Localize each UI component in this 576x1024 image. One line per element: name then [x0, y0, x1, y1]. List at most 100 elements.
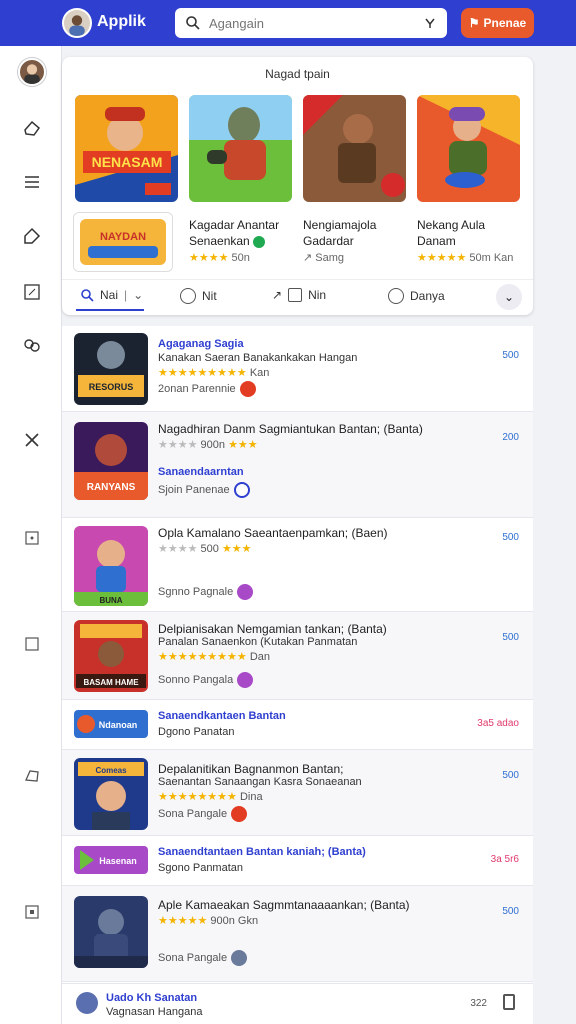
share-icon: ↗: [303, 252, 313, 264]
featured-card-1[interactable]: NENASAM: [75, 95, 178, 202]
app-price: 500: [502, 350, 519, 361]
app-thumbnail: [74, 896, 148, 968]
tab-4[interactable]: Danya: [388, 288, 445, 304]
chevron-down-icon: ⌄: [133, 288, 144, 302]
featured-app-2-name[interactable]: Nengiamajola: [303, 218, 413, 233]
footer-subtitle: Vagnasan Hangana: [106, 1006, 203, 1018]
app-title: Sanaendkantaen Bantan: [158, 710, 286, 722]
footer-avatar: [76, 992, 98, 1014]
tab-search[interactable]: Nai | ⌄: [75, 288, 145, 311]
promo-button[interactable]: ⚑ Pnenae: [461, 8, 534, 38]
app-subtitle: Sanaendaarntan: [158, 466, 244, 478]
tab-3[interactable]: ↗ Nin: [272, 288, 326, 302]
publisher-badge: [237, 584, 254, 600]
list-item[interactable]: RANYANS Nagadhiran Danm Sagmiantukan Ban…: [62, 412, 533, 518]
featured-app-1-sub: Senaenkan: [189, 234, 250, 248]
rating-stars: ★★★★★★★★★: [158, 367, 247, 379]
thumb-label: BUNA: [99, 596, 122, 605]
thumb-label: Comeas: [95, 766, 127, 775]
footer-item[interactable]: Uado Kh Sanatan Vagnasan Hangana 322: [62, 983, 533, 1024]
search-input[interactable]: [209, 15, 423, 31]
featured-card-3[interactable]: [303, 95, 406, 202]
rating-stars: ★★★★: [158, 543, 198, 555]
share-icon: ↗: [272, 288, 283, 302]
chevron-down-icon: ⌄: [503, 290, 515, 304]
app-thumbnail: RANYANS: [74, 422, 148, 500]
featured-logo-badge[interactable]: NAYDAN: [74, 213, 172, 271]
featured-card-1-label: NENASAM: [92, 154, 163, 170]
more-button[interactable]: ⌄: [496, 284, 522, 310]
thumb-label: Ndanoan: [99, 720, 138, 730]
app-title: Depalanitikan Bagnanmon Bantan;: [158, 762, 344, 776]
square-dot-icon[interactable]: [22, 528, 42, 548]
app-subtitle: Dgono Panatan: [158, 726, 235, 738]
app-thumbnail: RESORUS: [74, 333, 148, 405]
list-item[interactable]: Aple Kamaeakan Sagmmtanaaaankan; (Banta)…: [62, 886, 533, 982]
app-price: 3a5 adao: [477, 718, 519, 729]
group-icon[interactable]: [22, 336, 42, 356]
app-title: Delpianisakan Nemgamian tankan; (Banta): [158, 622, 387, 636]
app-thumbnail: BUNA: [74, 526, 148, 606]
app-price: 500: [502, 906, 519, 917]
list-item[interactable]: Ndanoan Sanaendkantaen Bantan Dgono Pana…: [62, 700, 533, 750]
shape-icon[interactable]: [22, 766, 42, 786]
user-avatar[interactable]: [18, 58, 46, 86]
app-title: Nagadhiran Danm Sagmiantukan Bantan; (Ba…: [158, 422, 423, 436]
app-list: RESORUS Agaganag Sagia Kanakan Saeran Ba…: [62, 326, 533, 1024]
list-item[interactable]: Comeas Depalanitikan Bagnanmon Bantan; S…: [62, 750, 533, 836]
app-price: 500: [502, 532, 519, 543]
publisher-badge: [233, 482, 250, 498]
app-price: 500: [502, 770, 519, 781]
featured-app-2-sub: Gadardar: [303, 234, 354, 248]
frame-icon[interactable]: [22, 902, 42, 922]
app-price: 3a 5r6: [490, 854, 519, 865]
rating-stars: ★★★★: [189, 252, 229, 264]
rating-stars: ★★★★★★★★: [158, 791, 237, 803]
list-item[interactable]: Hasenan Sanaendtantaen Bantan kaniah; (B…: [62, 836, 533, 886]
list-item[interactable]: RESORUS Agaganag Sagia Kanakan Saeran Ba…: [62, 326, 533, 412]
list-item[interactable]: BUNA Opla Kamalano Saeantaenpamkan; (Bae…: [62, 518, 533, 612]
app-thumbnail: BASAM HAME: [74, 620, 148, 692]
tools-icon[interactable]: [22, 430, 42, 450]
featured-card-4[interactable]: [417, 95, 520, 202]
app-title: Aple Kamaeakan Sagmmtanaaaankan; (Banta): [158, 898, 410, 912]
app-title: Opla Kamalano Saeantaenpamkan; (Baen): [158, 526, 388, 540]
app-thumbnail: Comeas: [74, 758, 148, 830]
app-banner: Ndanoan: [74, 710, 148, 738]
thumb-label: Hasenan: [99, 856, 137, 866]
search-bar[interactable]: [175, 8, 447, 38]
flame-icon: ⚑: [468, 16, 480, 30]
app-subtitle: Sgono Panmatan: [158, 862, 244, 874]
square-icon[interactable]: [22, 634, 42, 654]
tag-icon[interactable]: [22, 226, 42, 246]
featured-app-3-sub: Danam: [417, 234, 456, 248]
app-logo-avatar[interactable]: [62, 8, 92, 38]
thumb-label: BASAM HAME: [83, 678, 139, 687]
chart-icon[interactable]: [22, 282, 42, 302]
document-icon: [288, 288, 303, 302]
app-banner: Hasenan: [74, 846, 148, 874]
featured-app-3-meta: 50m Kan: [469, 252, 514, 264]
trash-icon[interactable]: [503, 994, 515, 1010]
featured-app-3-name[interactable]: Nekang Aula: [417, 218, 527, 233]
sidebar: [0, 46, 62, 1024]
rating-stars: ★★★★★: [417, 252, 467, 264]
featured-logo-label: NAYDAN: [100, 231, 146, 243]
featured-app-1-name[interactable]: Kagadar Anantar: [189, 218, 299, 233]
publisher-badge: [239, 381, 256, 397]
featured-title: Nagad tpain: [265, 67, 330, 81]
divider: |: [124, 288, 128, 302]
verified-icon: [253, 235, 266, 248]
search-icon: [186, 16, 200, 30]
voice-search-icon[interactable]: [423, 16, 437, 30]
publisher-badge: [237, 672, 254, 688]
list-icon[interactable]: [22, 172, 42, 192]
featured-card-2[interactable]: [189, 95, 292, 202]
tab-2[interactable]: Nit: [180, 288, 217, 304]
home-icon[interactable]: [22, 118, 42, 138]
app-price: 200: [502, 432, 519, 443]
app-title: Sanaendtantaen Bantan kaniah; (Banta): [158, 846, 366, 858]
app-title: Agaganag Sagia: [158, 338, 244, 350]
thumb-label: RESORUS: [89, 382, 134, 392]
list-item[interactable]: BASAM HAME Delpianisakan Nemgamian tanka…: [62, 612, 533, 700]
